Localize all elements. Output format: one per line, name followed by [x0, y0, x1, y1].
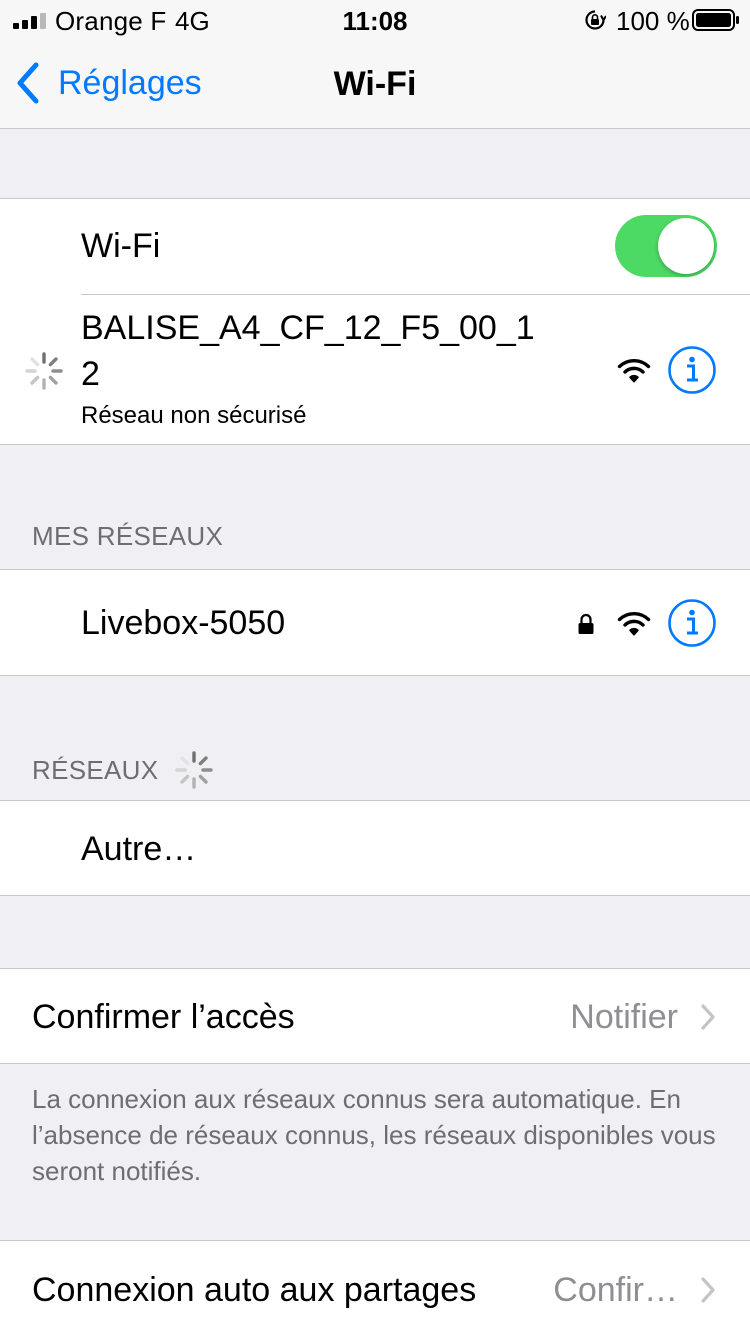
wifi-signal-icon: [617, 359, 651, 383]
auto-join-hotspot-label: Connexion auto aux partages: [32, 1271, 477, 1309]
my-networks-group: Livebox-5050: [0, 569, 750, 676]
wifi-toggle[interactable]: [615, 215, 717, 277]
my-networks-header: MES RÉSEAUX: [32, 521, 224, 551]
networks-header: RÉSEAUX: [32, 750, 214, 790]
page-title: Wi-Fi: [333, 65, 417, 103]
navigation-bar: Réglages Wi-Fi: [0, 42, 750, 129]
current-network-name: BALISE_A4_CF_12_F5_00_1: [81, 309, 535, 347]
info-button[interactable]: [667, 345, 717, 395]
wifi-signal-icon: [617, 612, 651, 636]
info-button[interactable]: [667, 598, 717, 648]
status-bar: Orange F 4G 11:08 100 %: [0, 0, 750, 42]
wifi-toggle-row: Wi-Fi: [0, 199, 750, 294]
ask-to-join-label: Confirmer l’accès: [32, 998, 295, 1036]
network-name: Livebox-5050: [81, 604, 286, 642]
auto-join-hotspot-value: Confir…: [553, 1271, 678, 1309]
current-network-name-continued: 2: [81, 355, 100, 393]
activity-spinner-icon: [25, 352, 63, 390]
current-network-row[interactable]: BALISE_A4_CF_12_F5_00_1 2 Réseau non séc…: [0, 295, 750, 445]
network-row-livebox[interactable]: Livebox-5050: [0, 570, 750, 675]
toggle-knob: [658, 218, 714, 274]
battery-icon: [692, 9, 739, 31]
ask-to-join-footer: La connexion aux réseaux connus sera aut…: [32, 1084, 716, 1186]
other-network-row[interactable]: Autre…: [0, 801, 750, 895]
battery-percent: 100 %: [616, 6, 690, 36]
current-network-subtitle: Réseau non sécurisé: [81, 402, 307, 429]
wifi-group: Wi-Fi BALISE_A4_CF_12_F5_00_1 2 Réseau n…: [0, 198, 750, 445]
activity-spinner-icon: [175, 751, 214, 789]
networks-header-label: RÉSEAUX: [32, 755, 159, 785]
auto-join-hotspot-row[interactable]: Connexion auto aux partages Confir…: [0, 1241, 750, 1334]
chevron-right-icon: [701, 1277, 715, 1303]
ask-to-join-group: Confirmer l’accès Notifier: [0, 968, 750, 1064]
rotation-lock-icon: [585, 10, 606, 30]
wifi-toggle-label: Wi-Fi: [81, 227, 161, 265]
other-network-label: Autre…: [81, 830, 197, 868]
chevron-right-icon: [701, 1004, 715, 1030]
wifi-settings-screen: Orange F 4G 11:08 100 % Réglages Wi-Fi W…: [0, 0, 750, 1334]
lock-icon: [578, 613, 594, 634]
auto-join-hotspot-group: Connexion auto aux partages Confir…: [0, 1240, 750, 1334]
networks-group: Autre…: [0, 800, 750, 896]
ask-to-join-row[interactable]: Confirmer l’accès Notifier: [0, 969, 750, 1063]
ask-to-join-value: Notifier: [570, 998, 678, 1036]
